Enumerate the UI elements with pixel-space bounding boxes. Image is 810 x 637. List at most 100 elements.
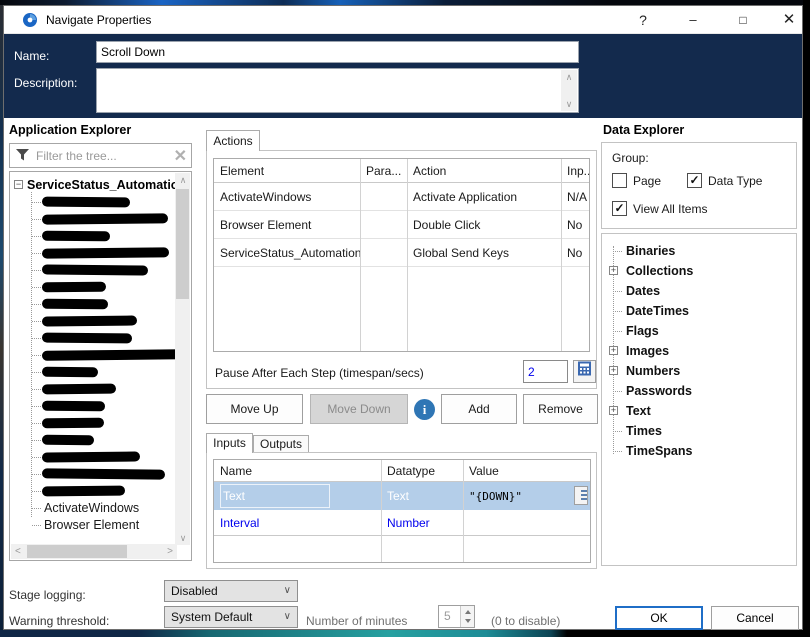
app-tree-item-redacted[interactable] — [32, 279, 178, 296]
tab-outputs[interactable]: Outputs — [253, 435, 309, 453]
title-bar[interactable]: Navigate Properties ? – □ ✕ — [4, 6, 802, 34]
app-tree-item-redacted[interactable] — [32, 415, 178, 432]
add-button[interactable]: Add — [441, 394, 517, 424]
app-tree-item-redacted[interactable] — [32, 228, 178, 245]
app-tree-item-redacted[interactable] — [32, 245, 178, 262]
data-tree-item[interactable]: Binaries — [608, 241, 788, 261]
description-textarea[interactable]: ∧ ∨ — [96, 68, 579, 113]
app-tree-item-redacted[interactable] — [32, 194, 178, 211]
expand-icon[interactable]: + — [609, 406, 618, 415]
info-icon[interactable]: i — [414, 399, 435, 420]
data-tree-item[interactable]: Passwords — [608, 381, 788, 401]
spin-down-icon[interactable] — [465, 619, 471, 623]
scroll-up-icon[interactable]: ∧ — [175, 174, 191, 186]
app-tree-horizontal-scrollbar[interactable]: < > — [11, 544, 177, 559]
app-tree-item-redacted[interactable] — [32, 211, 178, 228]
scroll-down-icon[interactable]: ∨ — [175, 532, 191, 544]
app-tree-item[interactable]: Browser Element — [32, 517, 178, 534]
app-tree-item-redacted[interactable] — [32, 449, 178, 466]
column-value[interactable]: Value — [463, 460, 590, 481]
pause-after-step-input[interactable] — [523, 360, 568, 383]
data-tree-item[interactable]: DateTimes — [608, 301, 788, 321]
expand-icon[interactable]: + — [609, 366, 618, 375]
app-tree-item-redacted[interactable] — [32, 296, 178, 313]
name-input[interactable] — [96, 41, 579, 63]
app-tree-item-redacted[interactable] — [32, 262, 178, 279]
column-action[interactable]: Action — [407, 159, 561, 182]
filter-tree-input[interactable] — [36, 146, 166, 165]
scrollbar-thumb[interactable] — [27, 545, 127, 558]
data-tree-item[interactable]: Flags — [608, 321, 788, 341]
scrollbar-thumb[interactable] — [176, 189, 189, 299]
app-tree-item[interactable]: ActivateWindows — [32, 500, 178, 517]
column-params[interactable]: Para... — [360, 159, 407, 182]
checkbox-icon[interactable]: ✓ — [687, 173, 702, 188]
cancel-button[interactable]: Cancel — [711, 606, 799, 630]
table-row[interactable]: Browser ElementDouble ClickNo — [214, 211, 589, 239]
minimize-icon[interactable]: – — [676, 6, 710, 34]
data-tree-item[interactable]: +Numbers — [608, 361, 788, 381]
table-row[interactable]: TextText"{DOWN}" — [214, 482, 590, 510]
collapse-icon[interactable]: − — [14, 180, 23, 189]
description-scrollbar[interactable]: ∧ ∨ — [561, 70, 577, 111]
scroll-down-icon[interactable]: ∨ — [561, 98, 577, 110]
scroll-right-icon[interactable]: > — [167, 544, 173, 559]
table-row[interactable]: ServiceStatus_AutomationGlobal Send Keys… — [214, 239, 589, 267]
checkbox-data-type[interactable]: ✓Data Type — [687, 173, 762, 189]
data-tree-item[interactable]: +Collections — [608, 261, 788, 281]
data-explorer-tree[interactable]: Binaries+CollectionsDatesDateTimesFlags+… — [601, 233, 797, 566]
spinner-buttons[interactable] — [460, 606, 474, 627]
tree-branch-line — [32, 440, 41, 441]
warning-threshold-dropdown[interactable]: System Default ∨ — [164, 606, 298, 628]
scroll-up-icon[interactable]: ∧ — [561, 71, 577, 83]
cell-params — [360, 183, 407, 210]
scroll-left-icon[interactable]: < — [15, 544, 21, 559]
app-tree-item-redacted[interactable] — [32, 313, 178, 330]
spin-up-icon[interactable] — [465, 610, 471, 614]
expression-edit-button[interactable] — [574, 486, 588, 505]
checkbox-icon[interactable]: ✓ — [612, 201, 627, 216]
expand-icon[interactable]: + — [609, 266, 618, 275]
app-tree-item-redacted[interactable] — [32, 347, 178, 364]
name-label: Name: — [14, 49, 49, 63]
checkbox-page[interactable]: Page — [612, 173, 661, 189]
column-inputs[interactable]: Inp... — [561, 159, 589, 182]
app-tree-item-redacted[interactable] — [32, 364, 178, 381]
inputs-table[interactable]: Name Datatype Value TextText"{DOWN}"Inte… — [213, 459, 591, 563]
tab-actions[interactable]: Actions — [206, 130, 260, 151]
app-tree-item-redacted[interactable] — [32, 330, 178, 347]
app-tree-item-redacted[interactable] — [32, 483, 178, 500]
expand-icon[interactable]: + — [609, 346, 618, 355]
app-tree-root[interactable]: −ServiceStatus_Automation — [14, 177, 186, 193]
expression-calculator-button[interactable] — [573, 360, 596, 383]
tab-inputs[interactable]: Inputs — [206, 433, 253, 453]
app-tree-vertical-scrollbar[interactable]: ∧ ∨ — [175, 173, 190, 545]
app-tree-item-redacted[interactable] — [32, 398, 178, 415]
checkbox-view-all-items[interactable]: ✓View All Items — [612, 201, 707, 217]
help-icon[interactable]: ? — [626, 6, 660, 34]
data-tree-item[interactable]: Times — [608, 421, 788, 441]
close-icon[interactable]: ✕ — [772, 6, 806, 34]
app-tree-item-redacted[interactable] — [32, 432, 178, 449]
table-row[interactable]: IntervalNumber — [214, 510, 590, 536]
data-tree-item[interactable]: +Text — [608, 401, 788, 421]
app-tree-item-redacted[interactable] — [32, 466, 178, 483]
maximize-icon[interactable]: □ — [726, 6, 760, 34]
cell-name: Interval — [214, 510, 381, 535]
checkbox-icon[interactable] — [612, 173, 627, 188]
ok-button[interactable]: OK — [615, 606, 703, 630]
data-tree-item[interactable]: TimeSpans — [608, 441, 788, 461]
application-tree[interactable]: −ServiceStatus_Automation ActivateWindow… — [9, 171, 192, 561]
stage-logging-dropdown[interactable]: Disabled ∨ — [164, 580, 298, 602]
data-tree-item[interactable]: Dates — [608, 281, 788, 301]
column-element[interactable]: Element — [214, 159, 360, 182]
move-up-button[interactable]: Move Up — [206, 394, 303, 424]
column-datatype[interactable]: Datatype — [381, 460, 463, 481]
column-name[interactable]: Name — [214, 460, 381, 481]
remove-button[interactable]: Remove — [523, 394, 598, 424]
actions-table[interactable]: Element Para... Action Inp... ActivateWi… — [213, 158, 590, 352]
table-row[interactable]: ActivateWindowsActivate ApplicationN/A — [214, 183, 589, 211]
clear-filter-icon[interactable]: ✕ — [174, 146, 187, 166]
data-tree-item[interactable]: +Images — [608, 341, 788, 361]
app-tree-item-redacted[interactable] — [32, 381, 178, 398]
